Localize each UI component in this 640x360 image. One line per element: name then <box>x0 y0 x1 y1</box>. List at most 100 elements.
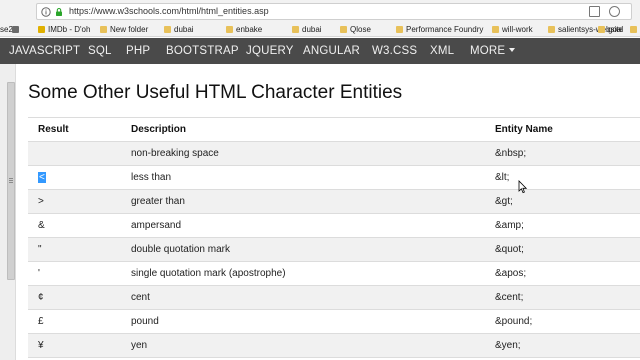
bookmark-label: Performance Foundry <box>406 25 484 34</box>
bookmark-item[interactable] <box>12 23 22 36</box>
bookmark-item[interactable]: Qlose <box>340 23 371 36</box>
bookmark-item[interactable]: IMDb - D'oh <box>38 23 90 36</box>
folder-icon <box>630 26 637 33</box>
bookmark-label: New folder <box>110 25 149 34</box>
header-description: Description <box>131 124 187 135</box>
bookmark-item[interactable]: enbake <box>226 23 262 36</box>
browser-toolbar: https://www.w3schools.com/html/html_enti… <box>0 0 640 22</box>
cell-result: ¥ <box>38 334 44 358</box>
cell-result: < <box>38 166 46 190</box>
nav-item-label: JAVASCRIPT <box>9 45 81 57</box>
nav-item-label: MORE <box>470 45 506 57</box>
table-row: ' single quotation mark (apostrophe) &apos… <box>28 262 640 286</box>
nav-item-label: PHP <box>126 45 151 57</box>
bookmark-item[interactable]: New folder <box>100 23 148 36</box>
table-header-row: Result Description Entity Name <box>28 118 640 142</box>
cell-description: greater than <box>131 196 185 207</box>
bookmark-label: goal <box>608 25 624 34</box>
reader-view-icon[interactable] <box>589 6 600 17</box>
bookmark-item[interactable]: a <box>630 23 640 36</box>
globe-icon <box>12 26 19 33</box>
nav-item-label: ANGULAR <box>303 45 360 57</box>
top-navigation: JAVASCRIPT SQL PHP BOOTSTRAP JQUERY ANGULAR W3… <box>0 38 640 64</box>
cell-result: " <box>38 238 42 262</box>
cell-entity-name: &nbsp; <box>495 148 527 159</box>
cell-entity-name: &gt; <box>495 196 513 207</box>
cell-entity-name: &lt; <box>495 172 510 183</box>
bookmark-label: dubai <box>174 25 194 34</box>
nav-item-php[interactable]: PHP <box>126 38 150 64</box>
bookmark-label: enbake <box>236 25 263 34</box>
bookmark-item[interactable]: goal <box>598 23 623 36</box>
nav-item-sql[interactable]: SQL <box>88 38 112 64</box>
page-title: Some Other Useful HTML Character Entitie… <box>28 82 403 103</box>
nav-item-angular[interactable]: ANGULAR <box>303 38 360 64</box>
mouse-cursor-icon <box>518 180 528 194</box>
lock-icon[interactable] <box>54 7 64 17</box>
cell-result: £ <box>38 310 44 334</box>
cell-entity-name: &apos; <box>495 268 527 279</box>
result-char: & <box>38 220 45 231</box>
cell-description: pound <box>131 316 159 327</box>
bookmark-item[interactable]: Performance Foundry <box>396 23 483 36</box>
folder-icon <box>340 26 347 33</box>
nav-item-more[interactable]: MORE <box>470 38 516 64</box>
cell-entity-name: &quot; <box>495 244 524 255</box>
nav-item-label: BOOTSTRAP <box>166 45 239 57</box>
folder-icon <box>548 26 555 33</box>
table-row: " double quotation mark &quot; <box>28 238 640 262</box>
header-result: Result <box>38 124 69 135</box>
cell-description: cent <box>131 292 150 303</box>
result-char: £ <box>38 316 44 327</box>
folder-icon <box>226 26 233 33</box>
result-char: ' <box>38 268 40 279</box>
header-entity-name: Entity Name <box>495 124 553 135</box>
table-row: < less than &lt; <box>28 166 640 190</box>
cell-description: double quotation mark <box>131 244 230 255</box>
cell-description: single quotation mark (apostrophe) <box>131 268 286 279</box>
scrollbar-thumb[interactable] <box>7 82 15 280</box>
table-row: > greater than &gt; <box>28 190 640 214</box>
bookmark-item[interactable]: will-work <box>492 23 533 36</box>
cell-entity-name: &amp; <box>495 220 524 231</box>
cell-result: & <box>38 214 45 238</box>
scrollbar-grip <box>9 182 13 183</box>
nav-item-jquery[interactable]: JQUERY <box>246 38 294 64</box>
bookmark-label: Qlose <box>350 25 371 34</box>
table-row: ¢ cent &cent; <box>28 286 640 310</box>
result-char: " <box>38 244 42 255</box>
folder-icon <box>100 26 107 33</box>
cell-result: > <box>38 190 44 214</box>
cell-entity-name: &yen; <box>495 340 521 351</box>
bookmark-item[interactable]: dubai <box>292 23 322 36</box>
folder-icon <box>292 26 299 33</box>
caret-down-icon <box>509 47 516 52</box>
nav-item-bootstrap[interactable]: BOOTSTRAP <box>166 38 239 64</box>
cell-result: ' <box>38 262 40 286</box>
table-row: non-breaking space &nbsp; <box>28 142 640 166</box>
nav-item-w3-css[interactable]: W3.CSS <box>372 38 417 64</box>
cell-description: less than <box>131 172 172 183</box>
table-row: £ pound &pound; <box>28 310 640 334</box>
bookmark-item[interactable]: dubai <box>164 23 194 36</box>
address-bar[interactable]: https://www.w3schools.com/html/html_enti… <box>36 3 632 20</box>
bookmark-star-icon[interactable] <box>609 6 620 17</box>
result-char: ¥ <box>38 340 44 351</box>
bookmark-item[interactable]: se2 <box>0 23 13 36</box>
result-char: > <box>38 196 44 207</box>
nav-item-xml[interactable]: XML <box>430 38 454 64</box>
result-char: < <box>38 172 46 183</box>
folder-icon <box>396 26 403 33</box>
scrollbar-grip <box>9 180 13 181</box>
bookmarks-bar: se2 IMDb - D'oh New folder dubai enbake dubai… <box>0 22 640 37</box>
folder-icon <box>492 26 499 33</box>
folder-icon <box>38 26 45 33</box>
info-icon[interactable] <box>41 7 51 17</box>
folder-icon <box>164 26 171 33</box>
nav-item-javascript[interactable]: JAVASCRIPT <box>9 38 80 64</box>
cell-entity-name: &cent; <box>495 292 524 303</box>
entities-table: Result Description Entity Name non-break… <box>28 117 640 358</box>
cell-description: ampersand <box>131 220 182 231</box>
nav-item-label: SQL <box>88 45 112 57</box>
cell-description: non-breaking space <box>131 148 219 159</box>
